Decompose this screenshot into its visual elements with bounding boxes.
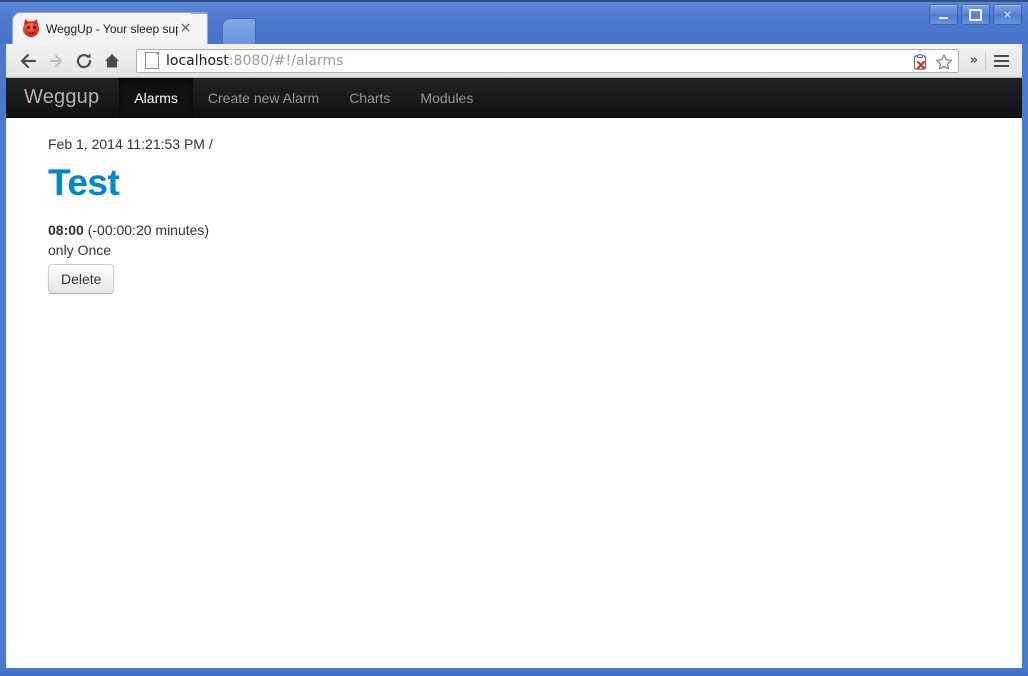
url-host: localhost [166,52,229,69]
overflow-chevron-icon[interactable]: » [965,53,983,68]
address-bar[interactable]: localhost:8080/#!/alarms [136,48,959,73]
nav-item-modules[interactable]: Modules [405,78,488,117]
page-viewport: Weggup Alarms Create new Alarm Charts Mo… [6,78,1022,668]
page-title: Test [48,162,120,203]
browser-toolbar: localhost:8080/#!/alarms » [6,44,1022,78]
app-brand[interactable]: Weggup [6,78,119,117]
alarm-timestamp: Feb 1, 2014 11:21:53 PM / [48,136,213,152]
alarm-time-value: 08:00 [48,222,84,238]
delete-button[interactable]: Delete [48,264,115,294]
page-document-icon [145,52,159,69]
alarm-countdown: (-00:00:20 minutes) [87,222,210,238]
blocked-plugin-icon[interactable] [910,52,930,72]
new-tab-button[interactable] [222,18,256,44]
browser-window: × WeggUp - Your sleep supp × localhost:8… [0,0,1028,676]
omnibox-actions [910,52,954,72]
tab-close-icon[interactable]: × [178,21,193,36]
window-bottom-border [0,668,1028,676]
star-bookmark-icon[interactable] [934,52,954,72]
url-text: localhost:8080/#!/alarms [166,53,343,69]
tab-strip: WeggUp - Your sleep supp × [0,12,1028,44]
toolbar-right-group: » [965,49,1014,73]
alarm-repeat: only Once [48,242,112,258]
reload-icon[interactable] [70,47,98,75]
url-path: :8080/#!/alarms [228,52,344,69]
devil-face-icon [22,17,40,37]
alarm-time-line: 08:00 (-00:00:20 minutes) [48,220,1002,240]
app-navbar: Weggup Alarms Create new Alarm Charts Mo… [6,78,1022,118]
toolbar-divider [985,51,986,70]
nav-item-charts[interactable]: Charts [334,78,405,117]
tab-title: WeggUp - Your sleep supp [46,21,178,36]
nav-item-alarms[interactable]: Alarms [119,78,193,117]
back-arrow-icon[interactable] [14,47,42,75]
nav-item-create-new-alarm[interactable]: Create new Alarm [193,78,334,117]
forward-arrow-icon [42,47,70,75]
page-content: Feb 1, 2014 11:21:53 PM / Test 08:00 (-0… [6,118,1022,294]
browser-tab-active[interactable]: WeggUp - Your sleep supp × [12,12,208,44]
hamburger-menu-icon[interactable] [988,49,1014,73]
home-icon[interactable] [98,47,126,75]
